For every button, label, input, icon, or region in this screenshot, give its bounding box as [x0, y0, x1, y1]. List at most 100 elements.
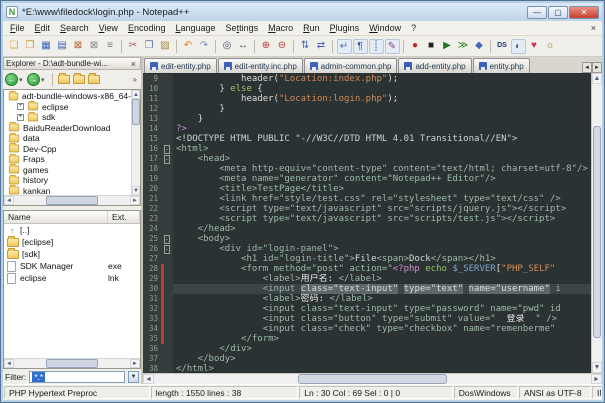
tree-item-data[interactable]: data	[4, 133, 131, 144]
tab-admin-common-php[interactable]: admin-common.php	[304, 58, 398, 73]
save-macro-icon[interactable]: ◆	[472, 39, 487, 54]
tab-scroll-left-icon[interactable]: ◄	[582, 62, 592, 73]
code-line-33[interactable]: 33 <input class="button" type="submit" v…	[143, 314, 591, 324]
code-line-26[interactable]: 26- <div id="login-panel">	[143, 244, 591, 254]
tree-item-fraps[interactable]: Fraps	[4, 154, 131, 165]
code-line-20[interactable]: 20 <title>TestPage</title>	[143, 184, 591, 194]
tab-entity-php[interactable]: entity.php	[473, 58, 530, 73]
tree-horizontal-scrollbar[interactable]: ◄ ►	[4, 195, 140, 205]
code-line-25[interactable]: 25- <body>	[143, 234, 591, 244]
print-icon[interactable]: ≡	[103, 39, 118, 54]
tree-item-sdk[interactable]: +sdk	[4, 112, 131, 123]
close-all-icon[interactable]: ⊠	[87, 39, 102, 54]
scroll-right-icon[interactable]: ►	[130, 196, 140, 205]
menu-window[interactable]: Window	[364, 22, 406, 34]
scroll-down-icon[interactable]: ▼	[592, 362, 602, 373]
code-line-23[interactable]: 23 <script type="text/javascript" src="s…	[143, 214, 591, 224]
editor-scroll-thumb[interactable]	[593, 126, 601, 338]
scroll-left-icon[interactable]: ◄	[4, 196, 14, 205]
scroll-left-icon[interactable]: ◄	[4, 359, 14, 368]
menu-?[interactable]: ?	[406, 22, 421, 34]
tab-scroll-right-icon[interactable]: ►	[592, 62, 602, 73]
menu-settings[interactable]: Settings	[221, 22, 264, 34]
toolbar-overflow-chevron[interactable]: »	[133, 75, 139, 84]
file-row[interactable]: [eclipse]	[4, 236, 140, 248]
tab-add-entity-php[interactable]: add-entity.php	[398, 58, 471, 73]
editor-horizontal-scrollbar[interactable]: ◄ ►	[143, 373, 602, 384]
tree-item-eclipse[interactable]: +eclipse	[4, 102, 131, 113]
menu-file[interactable]: File	[5, 22, 30, 34]
fold-margin[interactable]: -	[164, 234, 173, 244]
scroll-left-icon[interactable]: ◄	[143, 374, 154, 384]
fold-collapse-icon[interactable]: -	[164, 155, 170, 164]
file-row[interactable]: SDK Managerexe	[4, 260, 140, 272]
file-row[interactable]: [sdk]	[4, 248, 140, 260]
scroll-up-icon[interactable]: ▲	[592, 73, 602, 84]
status-eol-format[interactable]: Dos\Windows	[454, 386, 518, 399]
code-line-38[interactable]: 38</html>	[143, 364, 591, 373]
fold-margin[interactable]: -	[164, 244, 173, 254]
status-insert-mode[interactable]: INS	[592, 386, 602, 399]
forward-dropdown-icon[interactable]: ▾	[41, 76, 48, 84]
tree-item-history[interactable]: history	[4, 175, 131, 186]
filter-combobox[interactable]: *.*	[29, 371, 125, 383]
maximize-button[interactable]: ▢	[548, 6, 568, 19]
redo-icon[interactable]: ↷	[197, 39, 212, 54]
zoom-out-icon[interactable]: ⊖	[275, 39, 290, 54]
open-folder-icon[interactable]	[73, 75, 85, 84]
tree-vertical-scrollbar[interactable]: ▲ ▼	[131, 90, 140, 195]
file-row[interactable]: eclipselnk	[4, 272, 140, 284]
menu-run[interactable]: Run	[298, 22, 325, 34]
favorite-icon[interactable]: ♥	[527, 39, 542, 54]
file-row[interactable]: ↑[..]	[4, 224, 140, 236]
code-line-14[interactable]: 14?>	[143, 124, 591, 134]
code-line-35[interactable]: 35 </form>	[143, 334, 591, 344]
menu-language[interactable]: Language	[170, 22, 220, 34]
show-all-chars-icon[interactable]: ¶	[353, 39, 368, 54]
fold-collapse-icon[interactable]: -	[164, 145, 170, 154]
code-line-21[interactable]: 21 <link href="style/test.css" rel="styl…	[143, 194, 591, 204]
code-line-19[interactable]: 19 <meta name="generator" content="Notep…	[143, 174, 591, 184]
plugin-icon[interactable]: ☼	[543, 39, 558, 54]
close-button[interactable]: ✕	[569, 6, 599, 19]
back-button[interactable]: ←	[5, 73, 18, 86]
code-line-16[interactable]: 16-<html>	[143, 144, 591, 154]
tab-edit-entity-php[interactable]: edit-entity.php	[144, 58, 217, 73]
code-line-27[interactable]: 27 <h1 id="login-title">File<span>Dock</…	[143, 254, 591, 264]
code-line-10[interactable]: 10 } else {	[143, 84, 591, 94]
code-editor[interactable]: 9 header("Location:index.php");10 } else…	[143, 73, 591, 373]
scroll-right-icon[interactable]: ►	[591, 374, 602, 384]
new-file-icon[interactable]: ❏	[7, 39, 22, 54]
goto-folder-icon[interactable]	[58, 75, 70, 84]
undo-icon[interactable]: ↶	[181, 39, 196, 54]
tree-item-games[interactable]: games	[4, 165, 131, 176]
close-document-icon[interactable]: ×	[585, 23, 602, 33]
fold-margin[interactable]: -	[164, 144, 173, 154]
minimize-button[interactable]: —	[527, 6, 547, 19]
code-line-30[interactable]: 30 <input class="text-input" type="text"…	[143, 284, 591, 294]
copy-icon[interactable]: ❐	[142, 39, 157, 54]
editor-vertical-scrollbar[interactable]: ▲ ▼	[591, 73, 602, 373]
back-dropdown-icon[interactable]: ▾	[19, 76, 26, 84]
code-line-28[interactable]: 28 <form method="post" action="<?php ech…	[143, 264, 591, 274]
code-line-9[interactable]: 9 header("Location:index.php");	[143, 74, 591, 84]
tab-edit-entity-inc-php[interactable]: edit-entity.inc.php	[218, 58, 303, 73]
sync-vertical-icon[interactable]: ⇅	[298, 39, 313, 54]
scroll-up-icon[interactable]: ▲	[132, 90, 140, 99]
menu-plugins[interactable]: Plugins	[325, 22, 365, 34]
play-macro-icon[interactable]: ▶	[440, 39, 455, 54]
up-folder-icon[interactable]	[88, 75, 100, 84]
zoom-in-icon[interactable]: ⊕	[259, 39, 274, 54]
menu-search[interactable]: Search	[55, 22, 94, 34]
code-line-31[interactable]: 31 <label>密码: </label>	[143, 294, 591, 304]
close-file-icon[interactable]: ⊠	[71, 39, 86, 54]
menu-encoding[interactable]: Encoding	[123, 22, 171, 34]
menu-edit[interactable]: Edit	[30, 22, 56, 34]
code-line-18[interactable]: 18 <meta http-equiv="content-type" conte…	[143, 164, 591, 174]
tree-item-kankan[interactable]: kankan	[4, 186, 131, 196]
scroll-down-icon[interactable]: ▼	[132, 186, 140, 195]
column-header-name[interactable]: Name	[4, 211, 108, 223]
tree-item-baidureaderdownload[interactable]: BaiduReaderDownload	[4, 123, 131, 134]
filelist-hscroll-thumb[interactable]	[46, 359, 98, 368]
menu-macro[interactable]: Macro	[263, 22, 298, 34]
